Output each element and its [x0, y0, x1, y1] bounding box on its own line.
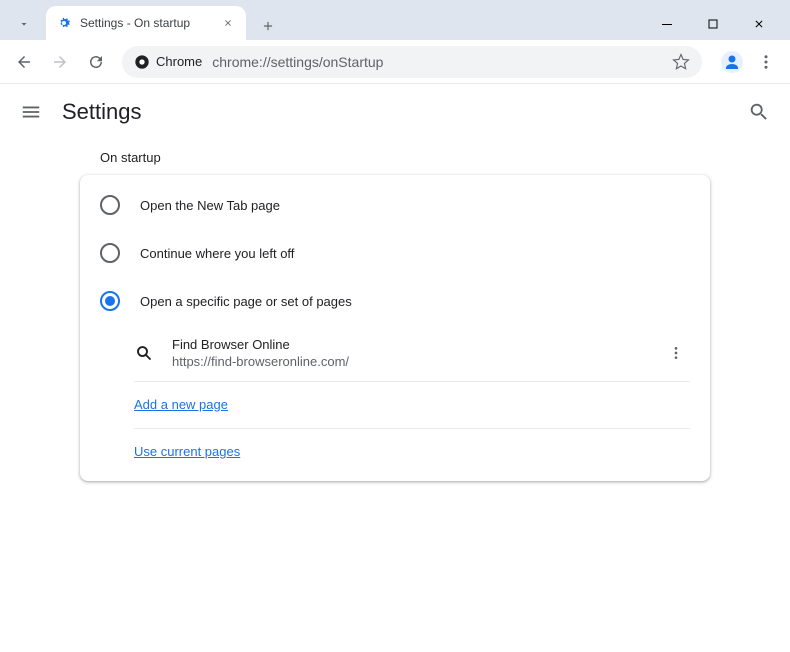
tab-title: Settings - On startup [80, 16, 212, 30]
bookmark-button[interactable] [672, 53, 690, 71]
page-title: Settings [62, 99, 728, 125]
tab-close-button[interactable] [220, 15, 236, 31]
reload-icon [87, 53, 105, 71]
search-settings-button[interactable] [748, 101, 770, 123]
window-controls [644, 8, 782, 40]
maximize-button[interactable] [690, 8, 736, 40]
minimize-icon [661, 18, 673, 30]
add-page-row: Add a new page [80, 382, 710, 428]
radio-icon [100, 243, 120, 263]
chrome-icon [134, 54, 150, 70]
radio-continue[interactable]: Continue where you left off [80, 229, 710, 277]
startup-page-name: Find Browser Online [172, 337, 644, 352]
minimize-button[interactable] [644, 8, 690, 40]
star-icon [672, 53, 690, 71]
use-current-pages-link[interactable]: Use current pages [134, 444, 240, 459]
chevron-down-icon [18, 18, 30, 30]
section-heading: On startup [80, 150, 710, 165]
forward-button[interactable] [44, 46, 76, 78]
tabs-dropdown-button[interactable] [8, 8, 40, 40]
magnifier-icon [134, 343, 154, 363]
search-icon [748, 101, 770, 123]
browser-toolbar: Chrome chrome://settings/onStartup [0, 40, 790, 84]
chrome-label: Chrome [156, 54, 202, 69]
startup-page-url: https://find-browseronline.com/ [172, 354, 644, 369]
radio-label: Open the New Tab page [140, 198, 280, 213]
more-vertical-icon [757, 53, 775, 71]
more-vertical-icon [668, 345, 684, 361]
arrow-left-icon [15, 53, 33, 71]
radio-specific-pages[interactable]: Open a specific page or set of pages [80, 277, 710, 325]
radio-icon [100, 195, 120, 215]
arrow-right-icon [51, 53, 69, 71]
close-icon [753, 18, 765, 30]
hamburger-icon [20, 101, 42, 123]
settings-header: Settings [0, 84, 790, 140]
page-more-button[interactable] [662, 339, 690, 367]
window-titlebar: Settings - On startup [0, 0, 790, 40]
reload-button[interactable] [80, 46, 112, 78]
radio-new-tab[interactable]: Open the New Tab page [80, 181, 710, 229]
settings-content: On startup Open the New Tab page Continu… [0, 140, 790, 481]
back-button[interactable] [8, 46, 40, 78]
site-info[interactable]: Chrome [134, 54, 202, 70]
radio-icon-selected [100, 291, 120, 311]
new-tab-button[interactable] [254, 12, 282, 40]
menu-toggle-button[interactable] [20, 101, 42, 123]
profile-icon [720, 50, 744, 74]
chrome-menu-button[interactable] [750, 46, 782, 78]
maximize-icon [707, 18, 719, 30]
radio-label: Continue where you left off [140, 246, 294, 261]
gear-icon [56, 15, 72, 31]
profile-button[interactable] [718, 48, 746, 76]
plus-icon [261, 19, 275, 33]
browser-tab[interactable]: Settings - On startup [46, 6, 246, 40]
use-current-row: Use current pages [80, 429, 710, 475]
startup-page-item: Find Browser Online https://find-browser… [80, 325, 710, 381]
close-window-button[interactable] [736, 8, 782, 40]
close-icon [223, 18, 233, 28]
startup-options-card: Open the New Tab page Continue where you… [80, 175, 710, 481]
add-new-page-link[interactable]: Add a new page [134, 397, 228, 412]
url-text: chrome://settings/onStartup [212, 54, 662, 70]
address-bar[interactable]: Chrome chrome://settings/onStartup [122, 46, 702, 78]
radio-label: Open a specific page or set of pages [140, 294, 352, 309]
